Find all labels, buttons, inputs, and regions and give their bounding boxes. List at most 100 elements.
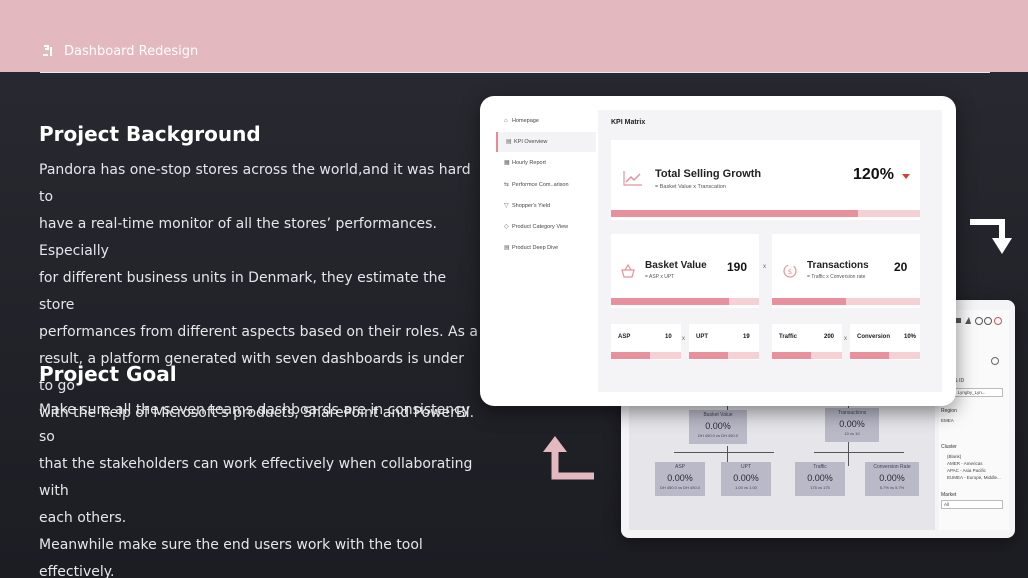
goal-line: that the stakeholders can work effective… [39, 456, 473, 499]
funnel-icon: ▽ [504, 203, 509, 209]
background-paragraph: Pandora has one-stop stores across the w… [39, 157, 479, 427]
kpi-box-label: Traffic [813, 464, 827, 470]
card-value: 190 [727, 260, 748, 274]
arrow-down-icon [970, 219, 1012, 254]
nav-item-shoppers-yield[interactable]: ▽ Shopper's Yield [496, 196, 596, 216]
cluster-option[interactable]: AMER - Americas [947, 461, 983, 466]
card-formula: = Basket Value x Transcation [655, 184, 726, 190]
progress-fill [611, 298, 730, 305]
filter-label-market: Market [941, 492, 957, 498]
progress-fill [689, 352, 728, 359]
caret-down-icon [902, 174, 910, 179]
kpi-card-traffic[interactable]: Traffic 200 [772, 324, 842, 360]
nav-item-performance-comparison[interactable]: ⇆ Performce Com..arison [496, 175, 596, 195]
nav-label: Performce Com..arison [512, 182, 569, 188]
kpi-box-label: UPT [741, 464, 751, 470]
tag-icon: ◇ [504, 224, 509, 230]
divider [40, 72, 990, 73]
nav-label: Product Deep Dive [512, 245, 559, 251]
progress-fill [611, 210, 859, 217]
card-formula: = Traffic x Conversion rate [807, 274, 866, 280]
kpi-card-total-selling-growth[interactable]: Total Selling Growth = Basket Value x Tr… [611, 140, 920, 220]
card-value: 120% [853, 166, 894, 183]
kpi-card-conversion[interactable]: Conversion 10% [850, 324, 920, 360]
progress-fill [772, 352, 811, 359]
basket-icon [621, 264, 635, 278]
progress-bar [611, 298, 759, 305]
kpi-box-traffic: Traffic 0.00% 175 vs 175 [795, 462, 845, 496]
goal-paragraph: Make sure all the seven teams dashboards… [39, 397, 479, 578]
dashboard-preview-kpi: ⌂ Homepage ▤ KPI Overview ▦ Hourly Report ⇆… [480, 96, 956, 406]
progress-fill [772, 298, 846, 305]
background-line: performances from different aspects base… [39, 324, 478, 340]
top-banner: Dashboard Redesign [0, 0, 1028, 72]
toggle-icon[interactable] [991, 357, 999, 365]
progress-bar [772, 298, 920, 305]
tree-connector [814, 452, 904, 453]
section-title: KPI Matrix [611, 119, 646, 126]
arrow-up-icon [543, 436, 594, 480]
progress-fill [611, 352, 650, 359]
cluster-option[interactable]: (Blank) [947, 454, 961, 459]
kpi-box-value: 0.00% [839, 419, 865, 429]
nav-item-product-deep-dive[interactable]: ▤ Product Deep Dive [496, 238, 596, 258]
background-line: Pandora has one-stop stores across the w… [39, 162, 471, 205]
refresh-money-icon: $ [783, 264, 797, 278]
market-select[interactable]: All [941, 500, 1003, 509]
card-title: Conversion [857, 334, 891, 340]
region-option[interactable]: EMEA [941, 418, 954, 423]
cluster-option[interactable]: APAC - Asia Pacific [947, 468, 986, 473]
card-formula: = ASP x UPT [645, 274, 675, 280]
grid-icon: ▦ [504, 160, 510, 166]
home-icon: ⌂ [504, 118, 508, 124]
kpi-box-upt: UPT 0.00% 1.00 vs 1.00 [721, 462, 771, 496]
kpi-box-value: 0.00% [667, 473, 693, 483]
kpi-box-label: ASP [674, 464, 685, 470]
nav-label: KPI Overview [514, 139, 548, 145]
kpi-box-value: 0.00% [705, 421, 731, 431]
report-icon: ▤ [506, 139, 512, 145]
card-title: Transactions [807, 260, 869, 271]
multiply-sign: x [844, 336, 847, 342]
svg-text:$: $ [788, 268, 792, 276]
kpi-box-value: 0.00% [879, 473, 905, 483]
kpi-box-value: 0.00% [807, 473, 833, 483]
nav-label: Homepage [512, 118, 539, 124]
kpi-box-label: Conversion Rate [873, 464, 911, 470]
goal-line: Make sure all the seven teams dashboards… [39, 402, 471, 445]
cluster-option[interactable]: EUMEA - Europe, Middle... [947, 475, 1001, 480]
progress-bar [611, 210, 920, 217]
kpi-card-asp[interactable]: ASP 10 [611, 324, 681, 360]
market-value: All [944, 502, 950, 507]
toolbar-icons [955, 317, 1002, 325]
progress-fill [850, 352, 889, 359]
dashboard-sidebar: ⌂ Homepage ▤ KPI Overview ▦ Hourly Report ⇆… [494, 110, 598, 392]
kpi-box-transactions: Transactions 0.00% 10 vs 10 [825, 408, 879, 442]
brand-logo-icon [43, 45, 52, 56]
card-value: 19 [743, 334, 750, 340]
nav-item-homepage[interactable]: ⌂ Homepage [496, 111, 596, 131]
kpi-box-sub: DH 450.0 vs DH 450.0 [659, 485, 701, 490]
nav-item-hourly-report[interactable]: ▦ Hourly Report [496, 153, 596, 173]
goal-heading: Project Goal [39, 362, 177, 386]
nav-item-product-category[interactable]: ◇ Product Category View [496, 217, 596, 237]
progress-bar [689, 352, 759, 359]
page-title: Dashboard Redesign [64, 44, 199, 59]
kpi-card-transactions[interactable]: $ Transactions = Traffic x Conversion ra… [772, 234, 920, 308]
nav-label: Hourly Report [512, 160, 546, 166]
dashboard-canvas: ⌂ Homepage ▤ KPI Overview ▦ Hourly Report ⇆… [494, 110, 942, 392]
kpi-box-value: 0.00% [733, 473, 759, 483]
trend-chart-icon [623, 171, 642, 186]
nav-label: Shopper's Yield [512, 203, 551, 209]
nav-item-kpi-overview[interactable]: ▤ KPI Overview [496, 132, 596, 152]
kpi-box-basket: Basket Value 0.00% DH 450.0 vs DH 450.0 [689, 410, 747, 444]
kpi-box-sub: 10 vs 10 [844, 431, 860, 436]
card-title: Traffic [779, 334, 798, 340]
kpi-card-upt[interactable]: UPT 19 [689, 324, 759, 360]
multiply-sign: x [763, 264, 766, 270]
background-line: have a real-time monitor of all the stor… [39, 216, 437, 259]
progress-bar [772, 352, 842, 359]
kpi-card-basket-value[interactable]: Basket Value = ASP x UPT 190 [611, 234, 759, 308]
kpi-box-label: Transactions [837, 410, 867, 416]
background-heading: Project Background [39, 122, 261, 146]
